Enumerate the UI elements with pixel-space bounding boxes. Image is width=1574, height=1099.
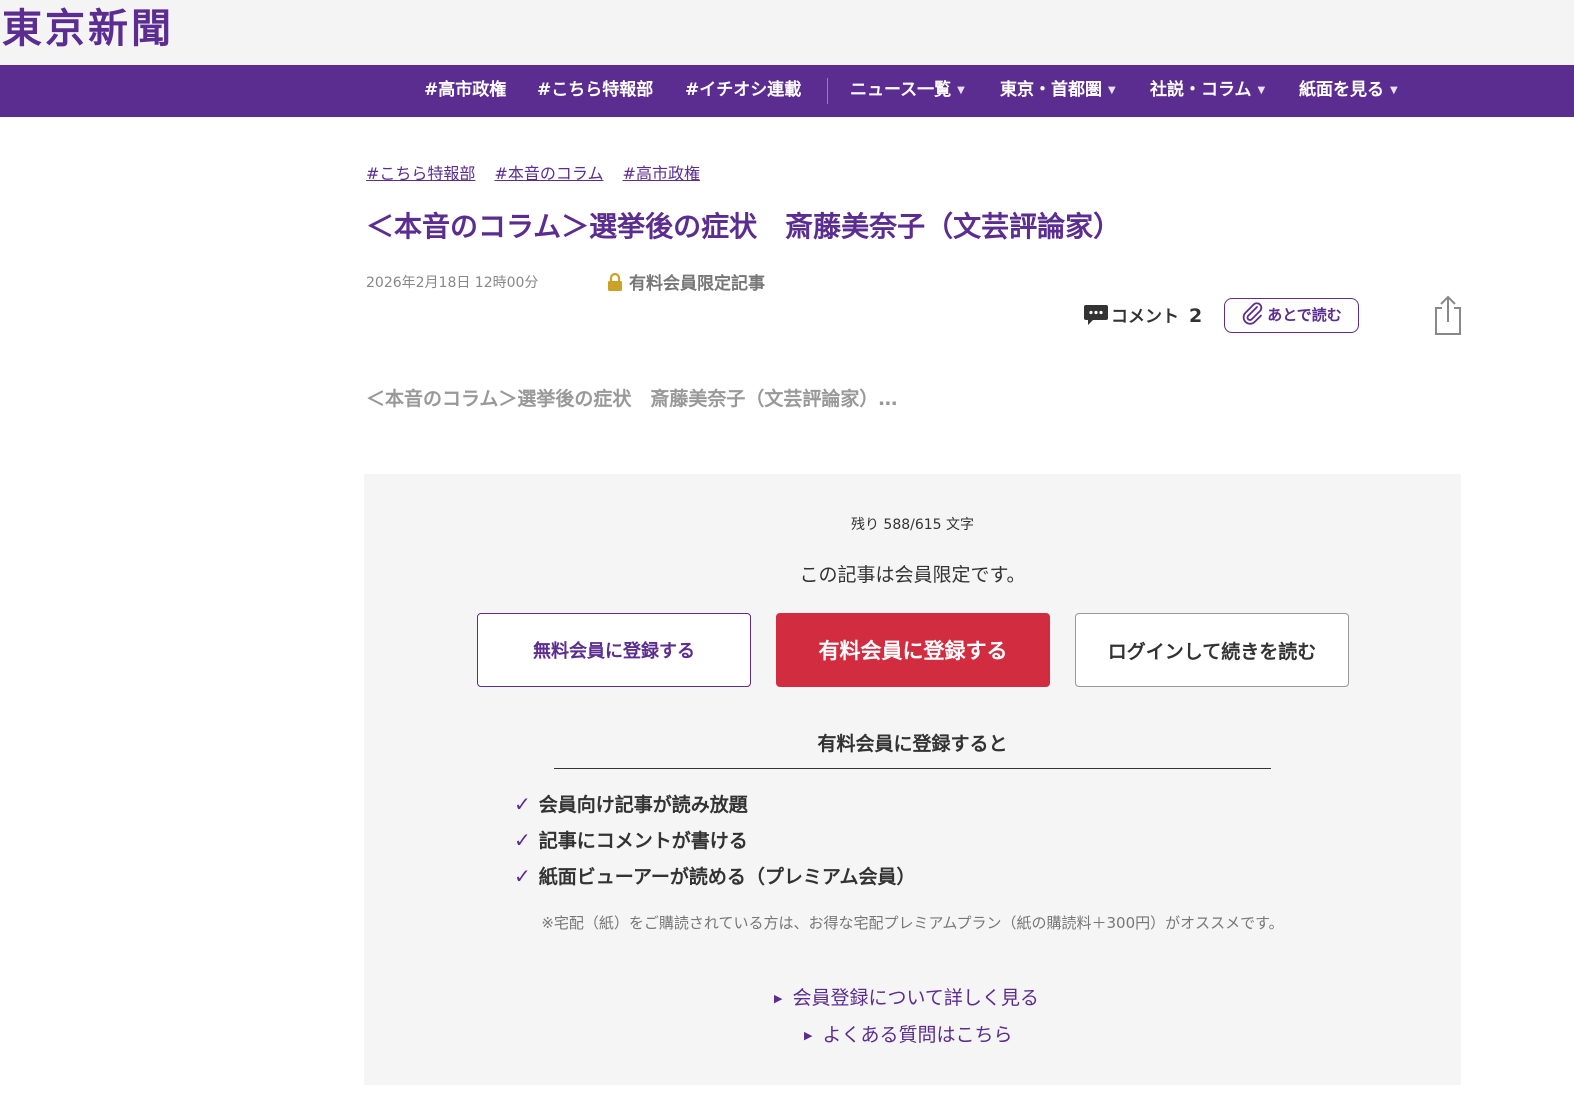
site-header: 東京新聞 — [0, 0, 1574, 65]
main-nav: #高市政権 #こちら特報部 #イチオシ連載 ニュース一覧 ▼ 東京・首都圏 ▼ 社説… — [0, 65, 1574, 117]
benefit-item: ✓ 会員向け記事が読み放題 — [514, 786, 916, 822]
comment-count: 2 — [1189, 305, 1203, 327]
nav-menu-label: 紙面を見る — [1299, 80, 1384, 100]
nav-menu-label: 東京・首都圏 — [1000, 80, 1102, 100]
lock-icon — [608, 272, 622, 291]
tag-takaichi[interactable]: #高市政権 — [623, 164, 700, 183]
nav-menu-label: 社説・コラム — [1150, 80, 1252, 100]
paywall: 残り 588/615 文字 この記事は会員限定です。 無料会員に登録する 有料会… — [364, 474, 1461, 1085]
members-only-notice: この記事は会員限定です。 — [799, 564, 1026, 586]
nav-divider — [827, 78, 828, 104]
comment-icon — [1084, 305, 1108, 325]
check-icon: ✓ — [514, 864, 531, 888]
site-logo[interactable]: 東京新聞 — [2, 0, 174, 54]
benefit-item: ✓ 紙面ビューアーが読める（プレミアム会員） — [514, 858, 916, 894]
check-icon: ✓ — [514, 828, 531, 852]
nav-menu-label: ニュース一覧 — [850, 80, 952, 100]
tag-honne-column[interactable]: #本音のコラム — [495, 164, 604, 183]
article-date: 2026年2月18日 12時00分 — [366, 275, 539, 291]
benefit-text: 会員向け記事が読み放題 — [538, 794, 748, 816]
faq-label: よくある質問はこちら — [822, 1024, 1013, 1046]
article-title: ＜本音のコラム＞選挙後の症状 斎藤美奈子（文芸評論家） — [366, 210, 1122, 243]
article-tags: #こちら特報部 #本音のコラム #高市政権 — [366, 160, 714, 184]
nav-hashtag-takaichi[interactable]: #高市政権 — [424, 65, 506, 117]
nav-menu-editorial[interactable]: 社説・コラム ▼ — [1150, 65, 1265, 117]
delivery-plan-note: ※宅配（紙）をご購読されている方は、お得な宅配プレミアムプラン（紙の購読料＋30… — [541, 914, 1284, 932]
premium-label: 有料会員限定記事 — [629, 274, 765, 294]
benefit-text: 記事にコメントが書ける — [538, 830, 748, 852]
register-free-button[interactable]: 無料会員に登録する — [477, 613, 751, 687]
read-later-button[interactable]: あとで読む — [1224, 298, 1359, 333]
benefit-text: 紙面ビューアーが読める（プレミアム会員） — [538, 866, 916, 888]
nav-hashtag-ichioshi[interactable]: #イチオシ連載 — [685, 65, 801, 117]
article-summary: ＜本音のコラム＞選挙後の症状 斎藤美奈子（文芸評論家）… — [366, 388, 898, 410]
nav-menu-tokyo[interactable]: 東京・首都圏 ▼ — [1000, 65, 1116, 117]
chevron-down-icon: ▼ — [957, 85, 965, 96]
benefits-list: ✓ 会員向け記事が読み放題 ✓ 記事にコメントが書ける ✓ 紙面ビューアーが読める（プ… — [514, 786, 916, 894]
benefits-divider — [554, 768, 1271, 769]
nav-menu-paper[interactable]: 紙面を見る ▼ — [1299, 65, 1398, 117]
share-icon — [1435, 295, 1461, 335]
comment-button[interactable]: コメント 2 — [1083, 302, 1202, 327]
check-icon: ✓ — [514, 792, 531, 816]
membership-info-link[interactable]: ▶ 会員登録について詳しく見る — [774, 983, 1039, 1010]
comment-label: コメント — [1111, 307, 1179, 327]
chevron-down-icon: ▼ — [1390, 85, 1398, 96]
benefits-heading: 有料会員に登録すると — [817, 733, 1008, 755]
read-later-label: あとで読む — [1267, 306, 1342, 324]
premium-badge: 有料会員限定記事 — [607, 269, 765, 294]
remaining-characters: 残り 588/615 文字 — [850, 517, 975, 533]
share-button[interactable] — [1433, 294, 1463, 340]
register-paid-button[interactable]: 有料会員に登録する — [776, 613, 1050, 687]
paperclip-icon — [1242, 302, 1263, 325]
nav-menu-news-list[interactable]: ニュース一覧 ▼ — [850, 65, 965, 117]
triangle-right-icon: ▶ — [774, 992, 783, 1005]
faq-link[interactable]: ▶ よくある質問はこちら — [804, 1020, 1012, 1047]
tag-kochira-tokuhoubu[interactable]: #こちら特報部 — [366, 164, 475, 183]
chevron-down-icon: ▼ — [1108, 85, 1116, 96]
nav-hashtag-kochira-tokuhoubu[interactable]: #こちら特報部 — [537, 65, 653, 117]
triangle-right-icon: ▶ — [804, 1029, 813, 1042]
login-button[interactable]: ログインして続きを読む — [1075, 613, 1349, 687]
chevron-down-icon: ▼ — [1257, 85, 1266, 96]
benefit-item: ✓ 記事にコメントが書ける — [514, 822, 916, 858]
membership-info-label: 会員登録について詳しく見る — [792, 987, 1039, 1009]
